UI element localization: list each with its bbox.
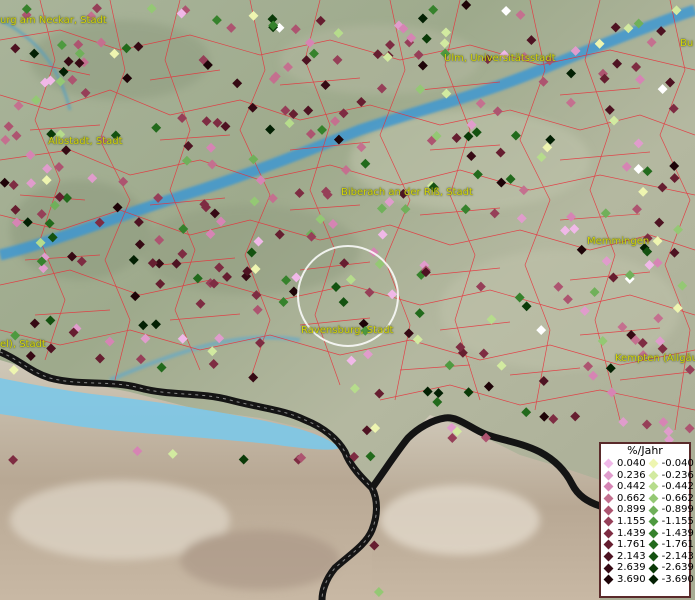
legend-label: 0.040 bbox=[617, 458, 646, 469]
legend-swatch bbox=[603, 574, 614, 585]
legend-label: 0.236 bbox=[617, 469, 646, 481]
legend-label: 3.690 bbox=[617, 573, 646, 585]
legend-swatch bbox=[603, 470, 614, 481]
legend-row: 0.662 -0.662 bbox=[601, 492, 694, 505]
legend-entry-negative: -1.155 bbox=[646, 515, 694, 528]
legend-label: -3.690 bbox=[661, 573, 694, 585]
legend-entry-positive: 0.899 bbox=[601, 504, 646, 516]
city-label-konstanz: el), Stadt bbox=[0, 339, 46, 350]
city-label-ulm: Ulm, Universitätsstadt bbox=[444, 53, 556, 64]
city-label-heilbronn: urg am Neckar, Stadt bbox=[0, 15, 107, 26]
legend-swatch bbox=[648, 505, 659, 516]
legend-label: -1.761 bbox=[661, 539, 694, 551]
city-label-memmingen: Memmingen bbox=[587, 236, 650, 247]
legend-label: 1.761 bbox=[617, 539, 646, 551]
legend-swatch bbox=[648, 482, 659, 492]
legend-swatch bbox=[648, 574, 659, 585]
legend-entry-positive: 1.761 bbox=[601, 539, 646, 551]
legend-entry-negative: -0.442 bbox=[646, 481, 694, 493]
legend-entry-positive: 3.690 bbox=[601, 574, 646, 586]
legend-entry-negative: -1.761 bbox=[646, 539, 694, 551]
legend-entry-negative: -3.690 bbox=[646, 573, 694, 586]
legend-label: -1.439 bbox=[661, 527, 694, 539]
legend-label: 0.442 bbox=[617, 481, 646, 493]
legend-entry-negative: -2.143 bbox=[646, 550, 694, 563]
legend-label: 1.439 bbox=[617, 527, 646, 539]
legend-entry-positive: 1.155 bbox=[601, 516, 646, 528]
legend-entry-negative: -1.439 bbox=[646, 527, 694, 540]
city-label-ravensburg: Ravensburg, Stadt bbox=[301, 325, 394, 336]
legend-entry-positive: 0.442 bbox=[601, 481, 646, 493]
legend-row: 2.143 -2.143 bbox=[601, 550, 694, 563]
legend-swatch bbox=[648, 528, 659, 539]
legend-label: -0.899 bbox=[661, 504, 694, 516]
legend-row: 0.442 -0.442 bbox=[601, 481, 694, 493]
legend-entry-positive: 0.040 bbox=[601, 458, 646, 470]
legend-rows: 0.040 -0.040 0.236 -0.236 0.442 -0.442 0.662 -0… bbox=[601, 458, 694, 586]
legend-entry-positive: 2.143 bbox=[601, 551, 646, 563]
legend-swatch bbox=[648, 516, 659, 527]
map-legend: %/Jahr 0.040 -0.040 0.236 -0.236 0.442 -0.442… bbox=[599, 442, 694, 598]
legend-label: -0.040 bbox=[661, 458, 694, 469]
legend-entry-positive: 0.662 bbox=[601, 493, 646, 505]
legend-swatch bbox=[603, 516, 614, 527]
legend-entry-negative: -0.899 bbox=[646, 504, 694, 516]
legend-swatch bbox=[648, 563, 659, 574]
legend-entry-negative: -2.639 bbox=[646, 562, 694, 574]
legend-swatch bbox=[603, 482, 614, 492]
legend-label: -1.155 bbox=[661, 515, 694, 527]
legend-swatch bbox=[648, 540, 659, 550]
legend-entry-negative: -0.236 bbox=[646, 469, 694, 482]
legend-entry-positive: 1.439 bbox=[601, 528, 646, 540]
legend-label: 2.639 bbox=[617, 562, 646, 574]
legend-label: -2.143 bbox=[661, 550, 694, 562]
legend-row: 3.690 -3.690 bbox=[601, 573, 694, 586]
legend-label: -0.662 bbox=[661, 492, 694, 504]
legend-row: 0.040 -0.040 bbox=[601, 458, 694, 470]
legend-swatch bbox=[603, 551, 614, 562]
legend-swatch bbox=[603, 540, 614, 550]
legend-label: 0.899 bbox=[617, 504, 646, 516]
legend-swatch bbox=[648, 493, 659, 504]
legend-title: %/Jahr bbox=[627, 444, 663, 457]
legend-row: 1.439 -1.439 bbox=[601, 527, 694, 540]
legend-row: 0.899 -0.899 bbox=[601, 504, 694, 516]
legend-label: -0.236 bbox=[661, 469, 694, 481]
legend-entry-negative: -0.662 bbox=[646, 492, 694, 505]
legend-label: -2.639 bbox=[661, 562, 694, 574]
legend-swatch bbox=[648, 551, 659, 562]
legend-entry-negative: -0.040 bbox=[646, 458, 694, 470]
city-label-bu: Bu bbox=[680, 38, 694, 49]
legend-swatch bbox=[603, 493, 614, 504]
legend-swatch bbox=[603, 563, 614, 574]
legend-label: -0.442 bbox=[661, 481, 694, 493]
legend-row: 1.155 -1.155 bbox=[601, 515, 694, 528]
legend-row: 1.761 -1.761 bbox=[601, 539, 694, 551]
legend-label: 1.155 bbox=[617, 515, 646, 527]
legend-entry-positive: 2.639 bbox=[601, 562, 646, 574]
city-label-albstadt: Albstadt, Stadt bbox=[48, 136, 123, 147]
legend-row: 2.639 -2.639 bbox=[601, 562, 694, 574]
city-label-biberach: Biberach an der Riß, Stadt bbox=[341, 187, 473, 198]
legend-label: 2.143 bbox=[617, 550, 646, 562]
legend-row: 0.236 -0.236 bbox=[601, 469, 694, 482]
legend-swatch bbox=[603, 505, 614, 516]
legend-swatch bbox=[603, 458, 614, 469]
legend-swatch bbox=[603, 528, 614, 539]
legend-swatch bbox=[648, 458, 659, 469]
legend-swatch bbox=[648, 470, 659, 481]
city-label-kempten: Kempten (Allgäu) bbox=[615, 353, 695, 364]
legend-entry-positive: 0.236 bbox=[601, 470, 646, 482]
map-canvas[interactable] bbox=[0, 0, 695, 600]
legend-label: 0.662 bbox=[617, 492, 646, 504]
